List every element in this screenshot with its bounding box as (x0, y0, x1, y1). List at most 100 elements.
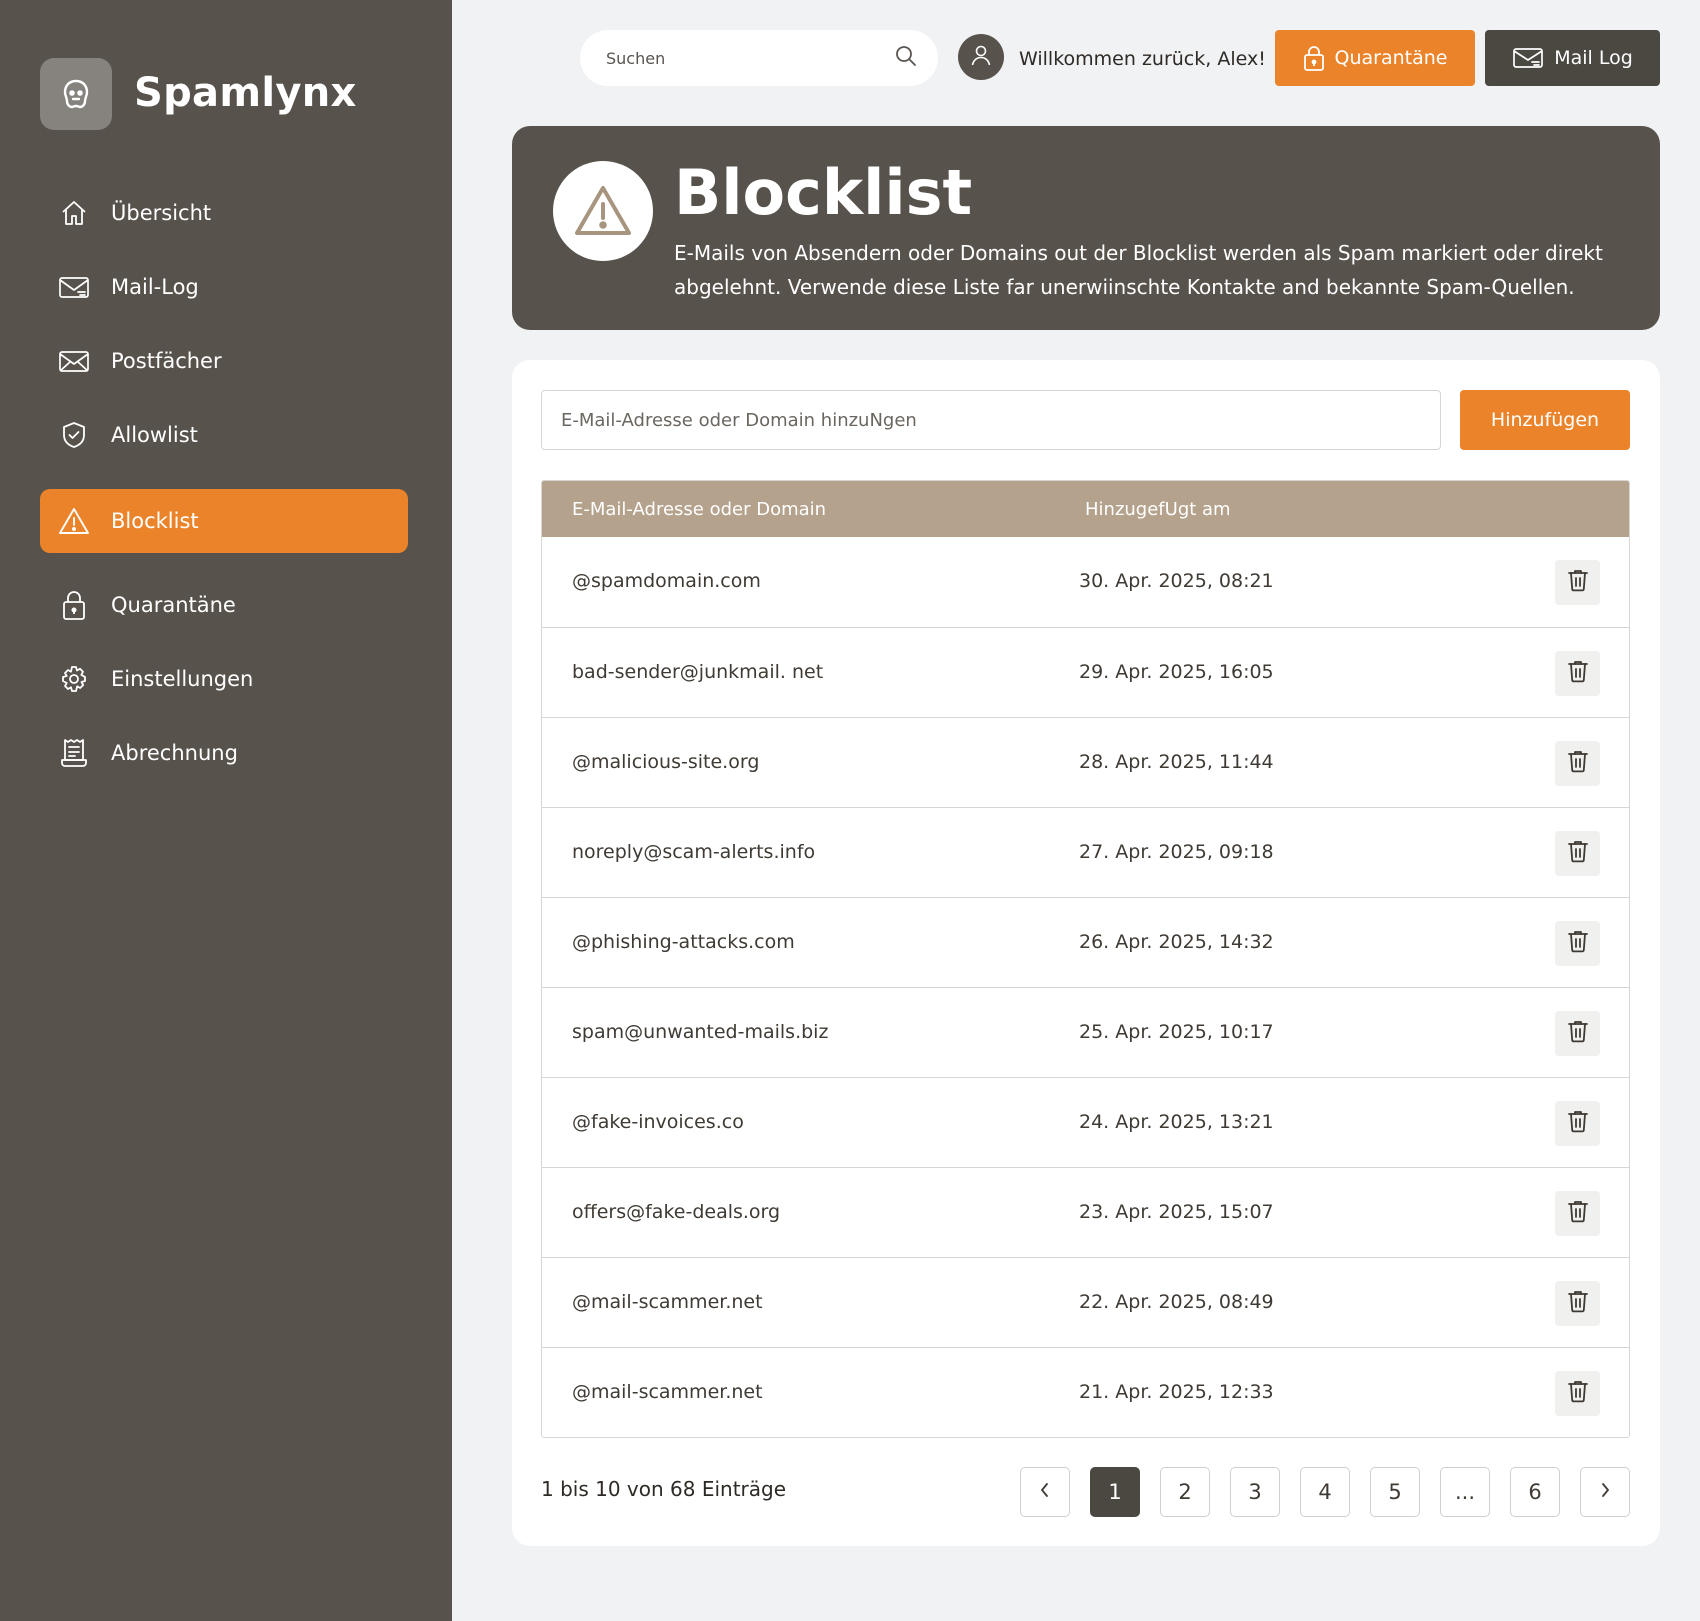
envelope-icon (58, 345, 90, 377)
pagination-ellipsis: ... (1440, 1467, 1490, 1517)
delete-button[interactable] (1555, 1191, 1600, 1236)
trash-icon (1567, 929, 1589, 958)
sidebar-item-einstellungen[interactable]: Einstellungen (40, 647, 408, 711)
pagination-page-4[interactable]: 4 (1300, 1467, 1350, 1517)
entry-cell: @phishing-attacks.com (572, 931, 795, 953)
sidebar-item-mail-log[interactable]: Mail-Log (40, 255, 408, 319)
trash-icon (1567, 749, 1589, 778)
table-row: @fake-invoices.co 24. Apr. 2025, 13:21 (542, 1077, 1629, 1167)
table-row: bad-sender@junkmail. net 29. Apr. 2025, 1… (542, 627, 1629, 717)
sidebar-item-label: Mail-Log (111, 275, 199, 299)
shield-check-icon (58, 419, 90, 451)
delete-button[interactable] (1555, 921, 1600, 966)
sidebar-item-label: Abrechnung (111, 741, 238, 765)
trash-icon (1567, 1019, 1589, 1048)
add-entry-input[interactable] (541, 390, 1441, 450)
delete-button[interactable] (1555, 741, 1600, 786)
pagination-page-5[interactable]: 5 (1370, 1467, 1420, 1517)
delete-button[interactable] (1555, 651, 1600, 696)
search-input[interactable] (606, 48, 894, 68)
quarantine-button[interactable]: Quarantäne (1275, 30, 1475, 86)
table-row: noreply@scam-alerts.info 27. Apr. 2025, 0… (542, 807, 1629, 897)
entry-cell: @malicious-site.org (572, 751, 760, 773)
mail-log-icon (58, 271, 90, 303)
delete-button[interactable] (1555, 560, 1600, 605)
pagination-next-button[interactable] (1580, 1467, 1630, 1517)
trash-icon (1567, 839, 1589, 868)
page-title: Blocklist (674, 156, 973, 229)
sidebar-item-label: Blocklist (111, 509, 199, 533)
entry-cell: @mail-scammer.net (572, 1291, 763, 1313)
date-cell: 21. Apr. 2025, 12:33 (1079, 1381, 1274, 1403)
column-header-entry: E-Mail-Adresse oder Domain (572, 499, 827, 520)
entry-cell: spam@unwanted-mails.biz (572, 1021, 829, 1043)
pagination-summary: 1 bis 10 von 68 Einträge (541, 1477, 787, 1501)
mail-log-button[interactable]: Mail Log (1485, 30, 1660, 86)
sidebar-item-label: Übersicht (111, 201, 212, 225)
blocklist-table: E-Mail-Adresse oder Domain HinzugefUgt a… (541, 480, 1630, 1438)
trash-icon (1567, 659, 1589, 688)
entry-cell: @mail-scammer.net (572, 1381, 763, 1403)
trash-icon (1567, 1199, 1589, 1228)
delete-button[interactable] (1555, 1281, 1600, 1326)
entry-cell: noreply@scam-alerts.info (572, 841, 816, 863)
trash-icon (1567, 1379, 1589, 1408)
search-icon[interactable] (894, 44, 918, 72)
column-header-date: HinzugefUgt am (1085, 499, 1231, 520)
receipt-icon (58, 737, 90, 769)
date-cell: 27. Apr. 2025, 09:18 (1079, 841, 1274, 863)
delete-button[interactable] (1555, 1371, 1600, 1416)
page-description: E-Mails von Absendern oder Domains out d… (674, 241, 1603, 299)
pagination-page-6[interactable]: 6 (1510, 1467, 1560, 1517)
trash-icon (1567, 1289, 1589, 1318)
date-cell: 26. Apr. 2025, 14:32 (1079, 931, 1274, 953)
sidebar-item-label: Einstellungen (111, 667, 254, 691)
avatar[interactable] (958, 34, 1004, 80)
pagination-page-1[interactable]: 1 (1090, 1467, 1140, 1517)
table-body: @spamdomain.com 30. Apr. 2025, 08:21 bad-s… (542, 537, 1629, 1437)
entry-cell: bad-sender@junkmail. net (572, 661, 824, 683)
lock-icon (1303, 44, 1325, 72)
table-row: spam@unwanted-mails.biz 25. Apr. 2025, 10… (542, 987, 1629, 1077)
sidebar-item-abrechnung[interactable]: Abrechnung (40, 721, 408, 785)
date-cell: 24. Apr. 2025, 13:21 (1079, 1111, 1274, 1133)
date-cell: 29. Apr. 2025, 16:05 (1079, 661, 1274, 683)
entry-cell: offers@fake-deals.org (572, 1201, 781, 1223)
page-header: Blocklist E-Mails von Absendern oder Dom… (512, 126, 1660, 330)
gear-icon (58, 663, 90, 695)
table-row: @mail-scammer.net 22. Apr. 2025, 08:49 (542, 1257, 1629, 1347)
home-icon (58, 197, 90, 229)
pagination-page-3[interactable]: 3 (1230, 1467, 1280, 1517)
date-cell: 28. Apr. 2025, 11:44 (1079, 751, 1274, 773)
date-cell: 22. Apr. 2025, 08:49 (1079, 1291, 1274, 1313)
search-bar (580, 30, 938, 86)
pagination-page-2[interactable]: 2 (1160, 1467, 1210, 1517)
delete-button[interactable] (1555, 1011, 1600, 1056)
logo-icon (40, 58, 112, 130)
sidebar-item-uebersicht[interactable]: Übersicht (40, 181, 408, 245)
warning-icon (58, 505, 90, 537)
table-row: @spamdomain.com 30. Apr. 2025, 08:21 (542, 537, 1629, 627)
table-header: E-Mail-Adresse oder Domain HinzugefUgt a… (542, 481, 1629, 537)
chevron-left-icon (1038, 1480, 1052, 1504)
date-cell: 23. Apr. 2025, 15:07 (1079, 1201, 1274, 1223)
date-cell: 25. Apr. 2025, 10:17 (1079, 1021, 1274, 1043)
sidebar-item-allowlist[interactable]: Allowlist (40, 403, 408, 467)
table-row: @phishing-attacks.com 26. Apr. 2025, 14:3… (542, 897, 1629, 987)
pagination-prev-button[interactable] (1020, 1467, 1070, 1517)
entry-cell: @spamdomain.com (572, 570, 761, 592)
trash-icon (1567, 568, 1589, 597)
delete-button[interactable] (1555, 831, 1600, 876)
date-cell: 30. Apr. 2025, 08:21 (1079, 570, 1274, 592)
trash-icon (1567, 1109, 1589, 1138)
sidebar-item-postfaecher[interactable]: Postfächer (40, 329, 408, 393)
delete-button[interactable] (1555, 1101, 1600, 1146)
quarantine-button-label: Quarantäne (1334, 47, 1448, 69)
table-row: offers@fake-deals.org 23. Apr. 2025, 15:0… (542, 1167, 1629, 1257)
sidebar-item-label: Postfächer (111, 349, 222, 373)
entry-cell: @fake-invoices.co (572, 1111, 744, 1133)
sidebar-item-label: Allowlist (111, 423, 198, 447)
sidebar-item-quarantaene[interactable]: Quarantäne (40, 573, 408, 637)
add-button[interactable]: Hinzufügen (1460, 390, 1630, 450)
sidebar-item-blocklist[interactable]: Blocklist (40, 489, 408, 553)
